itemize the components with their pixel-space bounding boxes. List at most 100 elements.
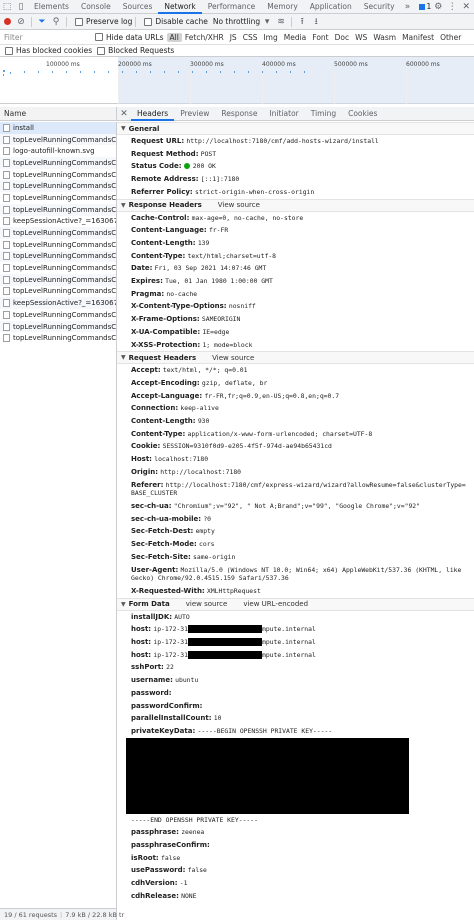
request-row[interactable]: topLevelRunningCommandsC...	[0, 309, 116, 321]
disable-cache-checkbox[interactable]	[144, 17, 153, 26]
tab-performance[interactable]: Performance	[202, 0, 262, 14]
header-key: cdhVersion:	[131, 879, 178, 888]
name-column-header[interactable]: Name	[0, 107, 117, 121]
blocked-requests-checkbox[interactable]	[97, 46, 106, 55]
tab-sources[interactable]: Sources	[117, 0, 159, 14]
tab-elements[interactable]: Elements	[28, 0, 75, 14]
search-icon[interactable]: ⚲	[49, 15, 63, 29]
tab-console[interactable]: Console	[75, 0, 117, 14]
request-row[interactable]: topLevelRunningCommandsC...	[0, 262, 116, 274]
tab-response[interactable]: Response	[215, 107, 263, 121]
device-toolbar-icon[interactable]: ▯	[14, 0, 28, 14]
request-row[interactable]: install	[0, 122, 116, 134]
request-headers-section-header[interactable]: ▼ Request Headers View source	[117, 351, 474, 365]
filter-type-doc[interactable]: Doc	[332, 33, 353, 42]
request-row[interactable]: logo-autofill-known.svg	[0, 145, 116, 158]
header-key: Status Code:	[131, 162, 182, 171]
tab-timing[interactable]: Timing	[305, 107, 342, 121]
triangle-down-icon: ▼	[121, 201, 126, 209]
request-row[interactable]: topLevelRunningCommandsC...	[0, 273, 116, 286]
filter-type-css[interactable]: CSS	[240, 33, 261, 42]
form-view-url-encoded-link[interactable]: view URL-encoded	[243, 600, 308, 608]
filter-type-ws[interactable]: WS	[352, 33, 370, 42]
request-row[interactable]: topLevelRunningCommandsC...	[0, 133, 116, 146]
filter-type-manifest[interactable]: Manifest	[399, 33, 437, 42]
header-key: Connection:	[131, 404, 179, 413]
timeline-bars	[3, 70, 305, 76]
request-name: topLevelRunningCommandsC...	[13, 158, 116, 167]
request-row[interactable]: topLevelRunningCommandsC...	[0, 332, 116, 345]
network-conditions-icon[interactable]: ≋	[274, 15, 288, 29]
filter-input[interactable]: Filter	[0, 33, 90, 42]
response-headers-section-header[interactable]: ▼ Response Headers View source	[117, 198, 474, 212]
throttling-select[interactable]: No throttling	[213, 17, 260, 26]
form-key: privateKeyData:	[131, 726, 196, 735]
request-view-source-link[interactable]: View source	[212, 354, 254, 362]
request-row[interactable]: topLevelRunningCommandsC...	[0, 320, 116, 333]
request-row[interactable]: keepSessionActive?_=163067...	[0, 215, 116, 228]
filter-type-all[interactable]: All	[166, 32, 182, 42]
request-row[interactable]: topLevelRunningCommandsC...	[0, 238, 116, 251]
gear-icon[interactable]: ⚙	[431, 0, 445, 14]
request-row[interactable]: topLevelRunningCommandsC...	[0, 203, 116, 216]
filter-icon[interactable]: ⏷	[35, 15, 49, 29]
request-row[interactable]: topLevelRunningCommandsC...	[0, 192, 116, 204]
filter-type-fetch-xhr[interactable]: Fetch/XHR	[182, 33, 227, 42]
tab-network[interactable]: Network	[158, 0, 202, 14]
chevron-down-icon[interactable]: ▾	[260, 15, 274, 29]
clear-icon[interactable]: ⊘	[14, 15, 28, 29]
has-blocked-cookies-checkbox[interactable]	[5, 46, 13, 55]
request-row[interactable]: topLevelRunningCommandsC...	[0, 227, 116, 239]
header-row: X-XSS-Protection: 1; mode=block	[117, 339, 474, 352]
filter-type-img[interactable]: Img	[260, 33, 280, 42]
header-row: Content-Type: text/html;charset=utf-8	[117, 250, 474, 263]
preserve-log-checkbox[interactable]	[75, 17, 83, 26]
tab-memory[interactable]: Memory	[261, 0, 304, 14]
request-row[interactable]: topLevelRunningCommandsC...	[0, 157, 116, 169]
host-prefix: ip-172-31	[153, 650, 188, 659]
timeline-overview[interactable]: 100000 ms 200000 ms 300000 ms 400000 ms …	[0, 57, 474, 104]
request-name: topLevelRunningCommandsC...	[13, 322, 116, 331]
form-view-source-link[interactable]: view source	[186, 600, 228, 608]
issues-badge[interactable]: 1	[418, 2, 431, 11]
import-har-icon[interactable]: ⭱	[295, 15, 309, 29]
filter-type-font[interactable]: Font	[309, 33, 331, 42]
tab-preview[interactable]: Preview	[174, 107, 215, 121]
file-icon	[3, 322, 10, 331]
kebab-menu-icon[interactable]: ⋮	[445, 0, 459, 14]
response-view-source-link[interactable]: View source	[218, 201, 260, 209]
tab-headers[interactable]: Headers	[131, 107, 175, 121]
form-data-section-header[interactable]: ▼ Form Data view source view URL-encoded	[117, 597, 474, 611]
file-icon	[3, 158, 10, 167]
tab-application[interactable]: Application	[304, 0, 358, 14]
general-section-header[interactable]: ▼ General	[117, 122, 474, 135]
filter-type-wasm[interactable]: Wasm	[370, 33, 399, 42]
record-icon[interactable]	[0, 15, 14, 29]
tab-security[interactable]: Security	[358, 0, 401, 14]
blocked-requests-label: Blocked Requests	[108, 46, 175, 55]
export-har-icon[interactable]: ⭳	[309, 15, 323, 29]
close-icon[interactable]: ✕	[459, 0, 473, 14]
request-row[interactable]: topLevelRunningCommandsC...	[0, 250, 116, 263]
filter-type-js[interactable]: JS	[227, 33, 240, 42]
header-key: Content-Type:	[131, 429, 186, 438]
more-tabs-icon[interactable]: »	[401, 0, 415, 14]
filter-type-media[interactable]: Media	[281, 33, 310, 42]
inspect-element-icon[interactable]: ⬚	[0, 0, 14, 14]
host-suffix: mpute.internal	[261, 650, 316, 659]
close-detail-icon[interactable]: ✕	[117, 107, 131, 121]
tab-initiator[interactable]: Initiator	[263, 107, 304, 121]
request-name: topLevelRunningCommandsC...	[13, 182, 116, 191]
request-row[interactable]: keepSessionActive?_=163067...	[0, 297, 116, 309]
request-row[interactable]: topLevelRunningCommandsC...	[0, 168, 116, 181]
tab-cookies[interactable]: Cookies	[342, 107, 383, 121]
filter-type-other[interactable]: Other	[437, 33, 464, 42]
header-key: Content-Language:	[131, 226, 207, 235]
request-row[interactable]: topLevelRunningCommandsC...	[0, 285, 116, 298]
request-name: keepSessionActive?_=163067...	[13, 299, 116, 308]
request-row[interactable]: topLevelRunningCommandsC...	[0, 180, 116, 193]
hide-data-urls-label: Hide data URLs	[106, 32, 164, 42]
header-key: Accept:	[131, 366, 161, 375]
hide-data-urls-checkbox[interactable]	[95, 33, 103, 41]
header-value: Fri, 03 Sep 2021 14:07:46 GMT	[154, 264, 267, 273]
